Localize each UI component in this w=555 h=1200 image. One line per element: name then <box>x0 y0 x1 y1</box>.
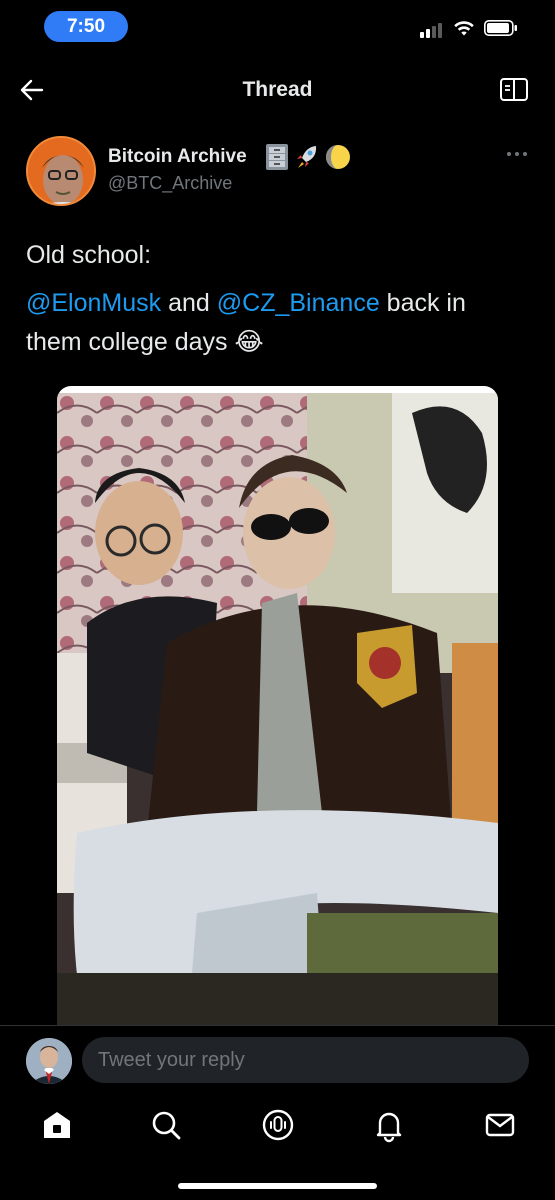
messages-icon[interactable] <box>482 1107 518 1143</box>
mention-elonmusk[interactable]: @ElonMusk <box>26 289 161 317</box>
page-title: Thread <box>242 78 313 101</box>
user-avatar[interactable] <box>26 1038 72 1084</box>
nav-bar: Thread <box>0 62 555 118</box>
tweet-text-body: @ElonMusk and @CZ_Binance back in them c… <box>26 284 526 362</box>
tweet-text: Old school: @ElonMusk and @CZ_Binance ba… <box>26 236 526 362</box>
author-name[interactable]: Bitcoin Archive <box>108 146 247 168</box>
search-icon[interactable] <box>148 1107 184 1143</box>
status-time: 7:50 <box>44 11 128 42</box>
tweet-text-line1: Old school: <box>26 241 152 269</box>
spaces-icon[interactable] <box>260 1107 296 1143</box>
laughing-emoji-icon: 😂 <box>234 328 264 356</box>
author-avatar[interactable] <box>26 136 96 206</box>
file-cabinet-icon <box>266 144 288 170</box>
home-icon[interactable] <box>39 1107 75 1143</box>
user-avatar-image <box>26 1038 72 1084</box>
avatar-image <box>28 138 94 204</box>
arrow-left-icon[interactable] <box>18 76 46 104</box>
wifi-icon <box>454 21 474 36</box>
connector-text: and <box>161 289 217 317</box>
reply-input[interactable]: Tweet your reply <box>82 1037 529 1083</box>
tweet-photo[interactable] <box>57 386 498 1026</box>
mention-cz-binance[interactable]: @CZ_Binance <box>217 289 380 317</box>
reply-bar: Tweet your reply <box>0 1025 555 1095</box>
home-indicator[interactable] <box>178 1183 377 1189</box>
status-bar: 7:50 <box>0 0 555 56</box>
name-badges <box>264 143 352 171</box>
rocket-icon <box>297 146 317 168</box>
more-horizontal-icon[interactable] <box>505 148 529 160</box>
battery-icon <box>484 20 517 36</box>
author-handle[interactable]: @BTC_Archive <box>108 173 232 194</box>
cellular-signal-icon <box>420 22 442 38</box>
moon-icon <box>326 145 350 169</box>
notifications-icon[interactable] <box>371 1107 407 1143</box>
reader-mode-icon[interactable] <box>499 76 529 104</box>
tweet-photo-image <box>57 393 498 1026</box>
